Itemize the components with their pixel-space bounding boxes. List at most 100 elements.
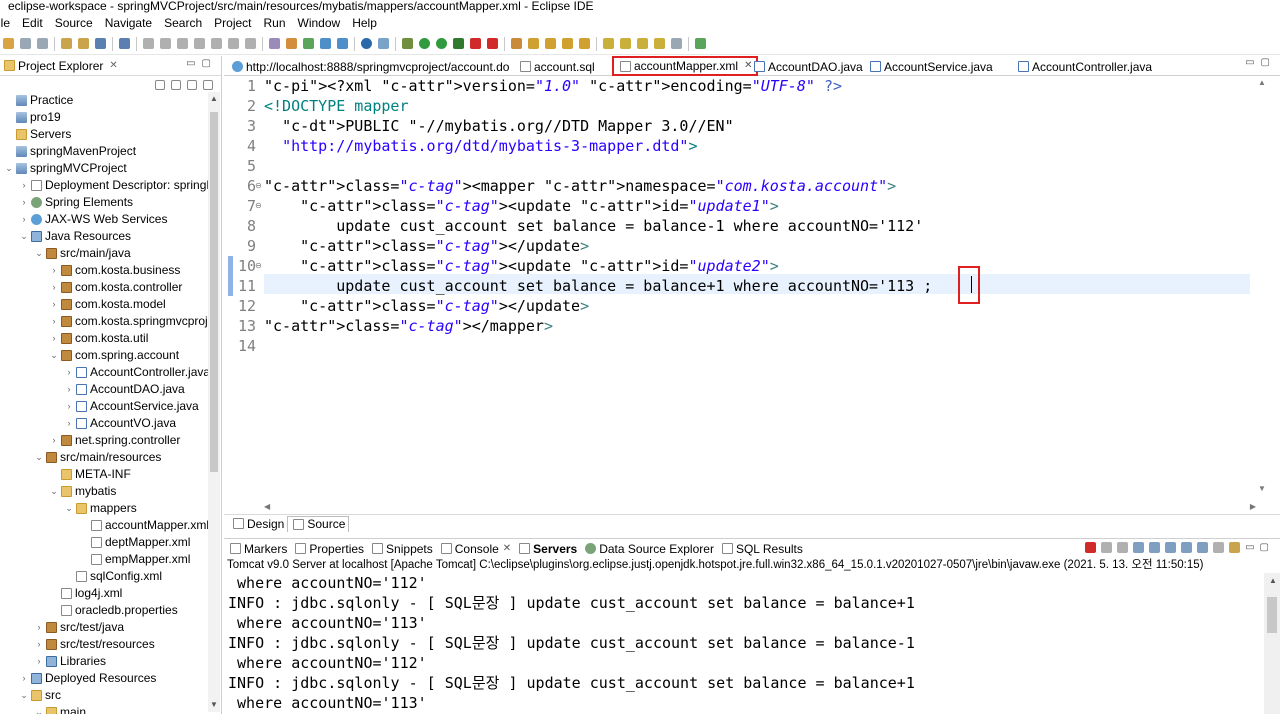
tree-item[interactable]: › src/test/java xyxy=(34,619,125,636)
previous-annotation-icon[interactable] xyxy=(620,38,631,49)
coverage-icon[interactable] xyxy=(453,38,464,49)
collapse-arrow-icon[interactable]: › xyxy=(19,670,29,687)
tree-item[interactable]: › net.spring.controller xyxy=(49,432,181,449)
open-type-icon[interactable] xyxy=(61,38,72,49)
tree-item[interactable]: ⌄ src xyxy=(19,687,61,704)
menu-help[interactable]: Help xyxy=(346,16,383,30)
tab-properties[interactable]: Properties xyxy=(293,542,364,556)
expand-arrow-icon[interactable]: ⌄ xyxy=(34,449,44,466)
editor-tab-2[interactable]: account.sql xyxy=(518,57,595,76)
open-folder-icon[interactable] xyxy=(579,38,590,49)
expand-arrow-icon[interactable]: ⌄ xyxy=(19,228,29,245)
project-explorer-tab[interactable]: Project Explorer ✕ ▭▢ xyxy=(0,56,221,76)
tab-data-source-explorer[interactable]: Data Source Explorer xyxy=(583,542,714,556)
scroll-left-icon[interactable]: ◀ xyxy=(264,502,270,511)
tree-item[interactable]: ⌄ Java Resources xyxy=(19,228,131,245)
tree-item[interactable]: ⌄ src/main/resources xyxy=(34,449,161,466)
expand-arrow-icon[interactable]: ⌄ xyxy=(49,483,59,500)
collapse-arrow-icon[interactable]: › xyxy=(19,211,29,228)
back-icon[interactable] xyxy=(654,38,665,49)
word-wrap-icon[interactable] xyxy=(1165,542,1177,553)
tab-source[interactable]: Source xyxy=(287,515,350,532)
expand-arrow-icon[interactable]: ⌄ xyxy=(4,160,14,177)
collapse-arrow-icon[interactable]: › xyxy=(34,619,44,636)
new-package-icon[interactable] xyxy=(511,38,522,49)
tree-item[interactable]: › Deployment Descriptor: springMV xyxy=(19,177,209,194)
view-menu-icon[interactable] xyxy=(203,80,213,90)
menu-edit[interactable]: Edit xyxy=(16,16,49,30)
next-annotation-icon[interactable] xyxy=(603,38,614,49)
open-resource-icon[interactable] xyxy=(78,38,89,49)
tree-item[interactable]: › AccountController.java xyxy=(64,364,209,381)
tree-item[interactable]: › com.kosta.business xyxy=(49,262,181,279)
display-console-icon[interactable] xyxy=(1213,542,1225,553)
collapse-arrow-icon[interactable]: › xyxy=(34,653,44,670)
close-icon[interactable]: ✕ xyxy=(503,543,511,554)
tree-item[interactable]: deptMapper.xml xyxy=(79,534,190,551)
new-server-icon[interactable] xyxy=(320,38,331,49)
tree-item[interactable]: › AccountVO.java xyxy=(64,415,177,432)
resume-icon[interactable] xyxy=(143,38,154,49)
step-return-icon[interactable] xyxy=(245,38,256,49)
tree-item[interactable]: Servers xyxy=(4,126,71,143)
expand-arrow-icon[interactable]: ⌄ xyxy=(19,687,29,704)
tree-item[interactable]: sqlConfig.xml xyxy=(64,568,162,585)
collapse-arrow-icon[interactable]: › xyxy=(49,330,59,347)
editor-tab-6[interactable]: AccountController.java xyxy=(1016,57,1152,76)
spring-icon[interactable] xyxy=(303,38,314,49)
forward-icon[interactable] xyxy=(671,38,682,49)
expand-arrow-icon[interactable]: ⌄ xyxy=(64,500,74,517)
menu-source[interactable]: Source xyxy=(49,16,99,30)
menu-search[interactable]: Search xyxy=(158,16,208,30)
tree-item[interactable]: ⌄ springMVCProject xyxy=(4,160,126,177)
expand-arrow-icon[interactable]: ⌄ xyxy=(34,704,44,714)
menu-navigate[interactable]: Navigate xyxy=(99,16,158,30)
new-folder-icon[interactable] xyxy=(545,38,556,49)
suspend-icon[interactable] xyxy=(160,38,171,49)
editor-scrollbar[interactable]: ▲ ▼ xyxy=(1258,76,1268,496)
editor-tab-1[interactable]: http://localhost:8888/springmvcproject/a… xyxy=(230,57,509,76)
editor-tab-4[interactable]: AccountDAO.java xyxy=(752,57,863,76)
minimize-maximize-icon[interactable]: ▭▢ xyxy=(186,58,217,69)
scrollbar-thumb[interactable] xyxy=(1267,597,1277,633)
filter-icon[interactable] xyxy=(187,80,197,90)
xml-editor[interactable]: 1 2 3 4 5 6 ⊖ 7 ⊖ 8 9 10 ⊖ 11 12 13 14 "c-pi"><?xml "c-a… xyxy=(224,76,1280,514)
scroll-up-icon[interactable]: ▲ xyxy=(1258,78,1266,87)
tree-item[interactable]: ⌄ main xyxy=(34,704,86,714)
fold-icon[interactable]: ⊖ xyxy=(255,181,262,190)
collapse-arrow-icon[interactable]: › xyxy=(34,636,44,653)
expand-arrow-icon[interactable]: ⌄ xyxy=(49,347,59,364)
tab-markers[interactable]: Markers xyxy=(228,542,287,556)
tree-item[interactable]: META-INF xyxy=(49,466,131,483)
minimize-maximize-icon[interactable]: ▭▢ xyxy=(1245,542,1274,553)
expand-arrow-icon[interactable]: ⌄ xyxy=(34,245,44,262)
editor-horizontal-scrollbar[interactable]: ◀ ▶ xyxy=(260,500,1260,514)
collapse-arrow-icon[interactable]: › xyxy=(49,262,59,279)
stop-server-icon[interactable] xyxy=(487,38,498,49)
last-edit-icon[interactable] xyxy=(637,38,648,49)
toggle-mark-icon[interactable] xyxy=(269,38,280,49)
close-icon[interactable]: ✕ xyxy=(109,60,117,71)
tree-item[interactable]: › AccountService.java xyxy=(64,398,199,415)
menu-window[interactable]: Window xyxy=(292,16,347,30)
tree-item[interactable]: oracledb.properties xyxy=(49,602,178,619)
scrollbar-thumb[interactable] xyxy=(210,112,218,472)
new-icon[interactable] xyxy=(3,38,14,49)
scroll-down-icon[interactable]: ▼ xyxy=(210,700,218,709)
tree-item[interactable]: log4j.xml xyxy=(49,585,122,602)
globe-icon[interactable] xyxy=(361,38,372,49)
new-class-icon[interactable] xyxy=(528,38,539,49)
tree-item[interactable]: empMapper.xml xyxy=(79,551,190,568)
remove-all-icon[interactable] xyxy=(1117,542,1129,553)
tree-item[interactable]: Practice xyxy=(4,92,73,109)
save-icon[interactable] xyxy=(20,38,31,49)
tree-item[interactable]: › AccountDAO.java xyxy=(64,381,185,398)
tree-item[interactable]: › com.kosta.controller xyxy=(49,279,183,296)
tree-item[interactable]: ⌄ mybatis xyxy=(49,483,116,500)
scroll-up-icon[interactable]: ▲ xyxy=(1269,576,1277,585)
disconnect-icon[interactable] xyxy=(194,38,205,49)
tab-console[interactable]: Console ✕ xyxy=(439,542,511,556)
step-over-icon[interactable] xyxy=(228,38,239,49)
tree-item[interactable]: › com.kosta.util xyxy=(49,330,149,347)
save-all-icon[interactable] xyxy=(37,38,48,49)
